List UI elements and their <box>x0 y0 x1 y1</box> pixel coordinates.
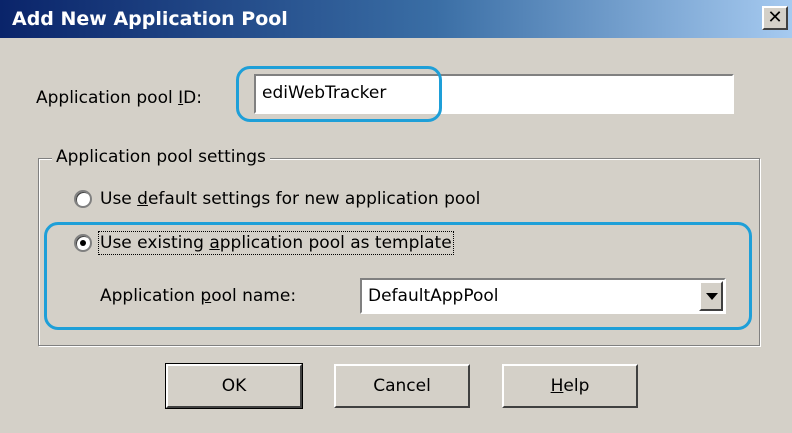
close-button[interactable]: ✕ <box>762 6 788 30</box>
title-bar: Add New Application Pool ✕ <box>0 0 792 38</box>
ok-button[interactable]: OK <box>165 363 303 409</box>
add-application-pool-dialog: Add New Application Pool ✕ Application p… <box>0 0 792 433</box>
pool-id-highlight <box>236 66 442 122</box>
close-icon: ✕ <box>767 7 783 28</box>
pool-id-label: Application pool ID: <box>36 88 202 108</box>
cancel-button[interactable]: Cancel <box>334 364 470 408</box>
template-section-highlight <box>44 222 752 330</box>
radio-default-settings-label[interactable]: Use default settings for new application… <box>100 189 480 209</box>
pool-settings-legend: Application pool settings <box>52 147 270 167</box>
dialog-title: Add New Application Pool <box>12 8 288 30</box>
radio-default-settings[interactable] <box>74 190 92 208</box>
help-button[interactable]: Help <box>502 364 638 408</box>
